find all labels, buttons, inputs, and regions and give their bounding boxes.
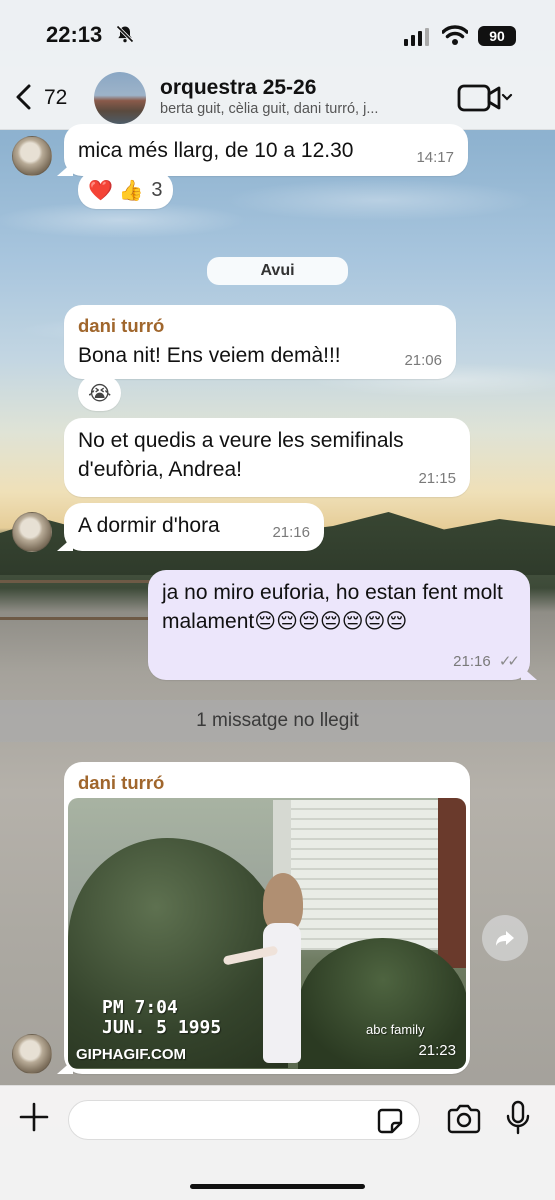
sender-name[interactable]: dani turró — [78, 770, 456, 796]
message-time: 21:23 — [418, 1042, 456, 1059]
group-avatar[interactable] — [94, 72, 146, 124]
read-receipt-icon: ✓✓ — [498, 653, 520, 670]
reaction-emojis: ❤️ 👍 — [88, 179, 144, 202]
reaction-emoji: 😭 — [88, 382, 112, 405]
wifi-icon — [442, 25, 468, 45]
message-meta: 21:16 ✓✓ — [453, 651, 520, 672]
wallpaper-fence — [0, 580, 150, 620]
video-camera-icon[interactable] — [456, 82, 516, 114]
gif-media[interactable]: PM 7:04 JUN. 5 1995 abc family GIPHAGIF.… — [68, 798, 466, 1069]
plus-icon[interactable] — [18, 1101, 50, 1133]
message-bubble-outgoing[interactable]: ja no miro euforia, ho estan fent molt m… — [148, 570, 530, 680]
sender-avatar[interactable] — [12, 136, 52, 176]
message-time: 21:06 — [404, 352, 442, 369]
camera-icon[interactable] — [446, 1104, 482, 1134]
message-input[interactable] — [68, 1100, 420, 1140]
status-time: 22:13 — [46, 22, 103, 47]
message-reactions[interactable]: ❤️ 👍 3 — [78, 171, 173, 209]
gif-timestamp: PM 7:04 JUN. 5 1995 — [102, 997, 222, 1038]
message-reaction[interactable]: 😭 — [78, 375, 122, 411]
chat-header: 22:13 90 72 orquestra 25-26 berta guit, … — [0, 0, 555, 130]
gif-watermark: GIPHAGIF.COM — [76, 1046, 187, 1063]
unread-chats-count[interactable]: 72 — [44, 86, 67, 110]
message-time: 21:15 — [418, 470, 456, 487]
message-bubble[interactable]: A dormir d'hora 21:16 — [64, 503, 324, 551]
home-indicator — [190, 1184, 365, 1189]
sender-avatar[interactable] — [12, 512, 52, 552]
message-text: A dormir d'hora — [78, 514, 220, 537]
group-members[interactable]: berta guit, cèlia guit, dani turró, j... — [160, 101, 440, 117]
message-time: 14:17 — [416, 149, 454, 166]
message-text: mica més llarg, de 10 a 12.30 — [78, 139, 354, 162]
gif-channel-logo: abc family — [366, 1022, 425, 1037]
message-time: 21:16 — [272, 524, 310, 541]
date-separator: Avui — [207, 257, 348, 285]
signal-icon — [404, 28, 429, 46]
forward-icon — [496, 931, 514, 946]
group-title[interactable]: orquestra 25-26 — [160, 76, 316, 100]
reaction-count: 3 — [151, 178, 163, 201]
message-text: ja no miro euforia, ho estan fent molt m… — [162, 581, 503, 634]
gif-person — [222, 873, 303, 1069]
unread-divider: 1 missatge no llegit — [0, 700, 555, 742]
message-bubble[interactable]: dani turró Bona nit! Ens veiem demà!!! 2… — [64, 305, 456, 379]
message-bubble[interactable]: No et quedis a veure les semifinals d'eu… — [64, 418, 470, 497]
battery-indicator: 90 — [478, 26, 516, 46]
message-bubble[interactable]: mica més llarg, de 10 a 12.30 14:17 — [64, 124, 468, 176]
battery-level: 90 — [478, 26, 516, 46]
microphone-icon[interactable] — [504, 1100, 532, 1136]
message-text: No et quedis a veure les semifinals d'eu… — [78, 429, 404, 482]
sticker-icon[interactable] — [376, 1107, 404, 1135]
bell-slash-icon — [116, 25, 134, 43]
sender-avatar[interactable] — [12, 1034, 52, 1074]
chevron-left-icon[interactable] — [10, 82, 40, 112]
message-text: Bona nit! Ens veiem demà!!! — [78, 343, 341, 367]
forward-button[interactable] — [482, 915, 528, 961]
composer-bar — [0, 1085, 555, 1200]
sender-name[interactable]: dani turró — [78, 313, 442, 339]
gif-house-side — [438, 798, 466, 968]
message-time: 21:16 — [453, 653, 491, 670]
